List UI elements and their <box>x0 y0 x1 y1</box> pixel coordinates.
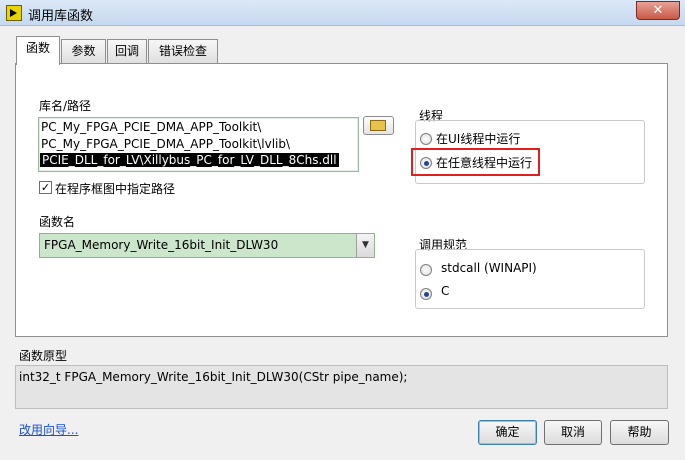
radio-stdcall-label: stdcall (WINAPI) <box>441 261 537 275</box>
highlight-box <box>411 148 540 176</box>
function-name-label: 函数名 <box>39 215 76 229</box>
help-button[interactable]: 帮助 <box>610 420 669 445</box>
cancel-button[interactable]: 取消 <box>544 420 602 445</box>
library-path-label: 库名/路径 <box>39 99 92 113</box>
radio-c-label: C <box>441 284 450 298</box>
radio-c[interactable] <box>420 288 432 300</box>
prototype-label: 函数原型 <box>19 349 68 363</box>
prototype-value: int32_t FPGA_Memory_Write_16bit_Init_DLW… <box>19 370 408 384</box>
wizard-link[interactable]: 改用向导... <box>19 421 78 438</box>
function-name-value: FPGA_Memory_Write_16bit_Init_DLW30 <box>44 238 279 252</box>
ok-button[interactable]: 确定 <box>478 420 537 445</box>
labview-icon <box>6 5 22 21</box>
tab-parameters[interactable]: 参数 <box>61 39 106 63</box>
tab-callbacks[interactable]: 回调 <box>107 39 147 63</box>
title-bar <box>0 0 685 26</box>
tab-function[interactable]: 函数 <box>16 36 60 65</box>
library-path-line: PC_My_FPGA_PCIE_DMA_APP_Toolkit\ <box>41 120 262 134</box>
folder-icon <box>370 120 386 131</box>
library-path-line-selected: PCIE_DLL_for_LV\Xillybus_PC_for_LV_DLL_8… <box>40 153 339 167</box>
radio-ui-thread[interactable] <box>420 133 432 145</box>
specify-path-checkbox[interactable]: ✓ <box>39 181 52 194</box>
close-button[interactable]: ✕ <box>636 1 680 20</box>
library-path-line: PC_My_FPGA_PCIE_DMA_APP_Toolkit\lvlib\ <box>41 137 291 151</box>
window-title: 调用库函数 <box>28 9 94 24</box>
radio-ui-thread-label: 在UI线程中运行 <box>436 132 521 146</box>
specify-path-label: 在程序框图中指定路径 <box>55 182 176 196</box>
chevron-down-icon[interactable]: ▼ <box>356 234 374 257</box>
radio-stdcall[interactable] <box>420 264 432 276</box>
calling-convention-group <box>415 249 645 309</box>
tab-error-checking[interactable]: 错误检查 <box>148 39 218 63</box>
